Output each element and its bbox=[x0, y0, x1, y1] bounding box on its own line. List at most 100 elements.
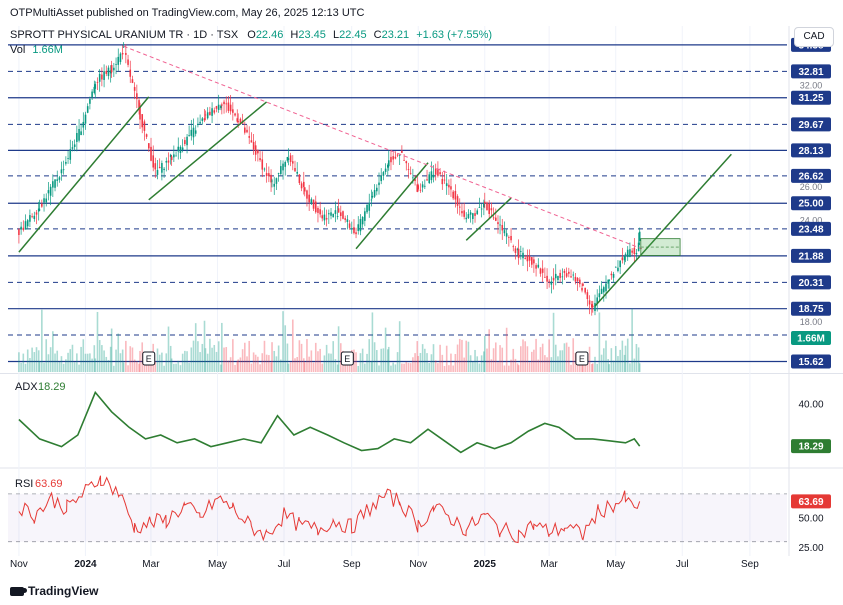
volume-bar bbox=[371, 312, 374, 372]
volume-bar bbox=[450, 353, 452, 372]
volume-bar bbox=[528, 362, 531, 372]
volume-bar bbox=[175, 363, 177, 372]
volume-bar bbox=[463, 357, 465, 372]
candle-body bbox=[184, 140, 186, 145]
volume-bar bbox=[424, 348, 426, 372]
open-label: O bbox=[247, 29, 256, 41]
candle-body bbox=[204, 114, 207, 116]
candle-body bbox=[300, 183, 303, 189]
volume-bar bbox=[105, 356, 108, 372]
candle-body bbox=[252, 142, 255, 150]
volume-bar bbox=[263, 340, 266, 372]
candle-body bbox=[49, 186, 52, 196]
candle-body bbox=[348, 223, 351, 228]
candle-body bbox=[257, 150, 259, 154]
volume-bar bbox=[483, 335, 486, 372]
candle-body bbox=[229, 104, 232, 112]
volume-bar bbox=[546, 357, 548, 372]
candle-body bbox=[394, 156, 397, 159]
candle-body bbox=[76, 133, 78, 142]
volume-bar bbox=[257, 356, 259, 372]
candle-body bbox=[373, 190, 376, 197]
candle-body bbox=[105, 70, 108, 74]
volume-bar bbox=[317, 351, 319, 372]
chart-canvas[interactable]: 18.0024.0026.0032.00EEE34.3832.8131.2529… bbox=[0, 0, 843, 605]
earnings-marker-label: E bbox=[579, 354, 585, 364]
volume-bar bbox=[94, 358, 97, 372]
volume-bar bbox=[454, 353, 457, 372]
candle-body bbox=[314, 201, 317, 213]
candle-body bbox=[213, 110, 216, 113]
candle-body bbox=[563, 270, 566, 273]
volume-bar bbox=[441, 354, 444, 372]
volume-bar bbox=[364, 363, 366, 372]
currency-button[interactable]: CAD bbox=[794, 27, 834, 47]
volume-bar bbox=[633, 358, 636, 372]
symbol-title: SPROTT PHYSICAL URANIUM TR · 1D · TSX bbox=[10, 29, 239, 41]
volume-bar bbox=[474, 349, 476, 372]
volume-bar bbox=[572, 338, 575, 372]
candle-body bbox=[559, 272, 561, 278]
candle-body bbox=[232, 109, 234, 113]
volume-bar bbox=[201, 343, 204, 372]
volume-bar bbox=[610, 348, 613, 372]
candle-body bbox=[148, 143, 150, 149]
candle-body bbox=[497, 222, 499, 225]
candle-body bbox=[554, 273, 557, 279]
volume-bar bbox=[624, 345, 627, 372]
candle-body bbox=[236, 118, 239, 122]
volume-bar bbox=[96, 311, 99, 372]
candle-body bbox=[158, 166, 161, 169]
candle-body bbox=[638, 231, 641, 242]
volume-bar bbox=[396, 352, 399, 372]
candle-body bbox=[227, 102, 230, 111]
candle-body bbox=[296, 171, 298, 174]
volume-bar bbox=[103, 350, 105, 372]
candle-body bbox=[353, 227, 355, 234]
candle-body bbox=[211, 108, 213, 116]
candle-body bbox=[287, 158, 290, 160]
symbol-info: SPROTT PHYSICAL URANIUM TR · 1D · TSX O 2… bbox=[10, 29, 492, 41]
close-value: 23.21 bbox=[381, 29, 410, 41]
time-axis-label: Jul bbox=[278, 559, 291, 570]
volume-bar bbox=[533, 349, 535, 372]
volume-bar bbox=[539, 347, 542, 372]
candle-body bbox=[544, 276, 546, 278]
candle-body bbox=[254, 145, 257, 155]
candle-body bbox=[465, 217, 468, 220]
candle-body bbox=[188, 135, 190, 136]
candle-body bbox=[152, 155, 155, 168]
candle-body bbox=[584, 287, 586, 293]
adx-name-label: ADX bbox=[15, 381, 38, 393]
candle-body bbox=[355, 232, 357, 235]
volume-bar bbox=[52, 331, 54, 372]
candle-body bbox=[263, 168, 266, 170]
adx-last-label: 18.29 bbox=[798, 442, 823, 453]
volume-bar bbox=[497, 362, 499, 372]
candle-body bbox=[533, 259, 535, 264]
adx-line[interactable] bbox=[18, 390, 641, 454]
level-price-label: 18.75 bbox=[798, 304, 823, 315]
volume-bar bbox=[300, 343, 303, 372]
volume-bar bbox=[273, 350, 276, 372]
volume-bar bbox=[417, 355, 420, 372]
candle-body bbox=[96, 82, 99, 83]
candle-body bbox=[150, 146, 152, 161]
tradingview-logo[interactable]: TradingView bbox=[10, 584, 98, 598]
candle-body bbox=[325, 218, 328, 220]
volume-bar bbox=[469, 355, 472, 372]
volume-bar bbox=[325, 344, 328, 372]
volume-bar bbox=[43, 362, 45, 372]
candle-body bbox=[357, 224, 360, 231]
candle-body bbox=[387, 160, 390, 167]
volume-bar bbox=[510, 359, 512, 372]
volume-bar bbox=[591, 363, 594, 372]
candle-body bbox=[265, 173, 268, 177]
candle-body bbox=[346, 219, 349, 222]
volume-bar bbox=[541, 343, 544, 372]
candle-body bbox=[514, 248, 517, 253]
candle-body bbox=[398, 154, 401, 156]
volume-bar bbox=[101, 345, 103, 372]
candle-body bbox=[35, 212, 38, 215]
candle-body bbox=[217, 104, 220, 110]
